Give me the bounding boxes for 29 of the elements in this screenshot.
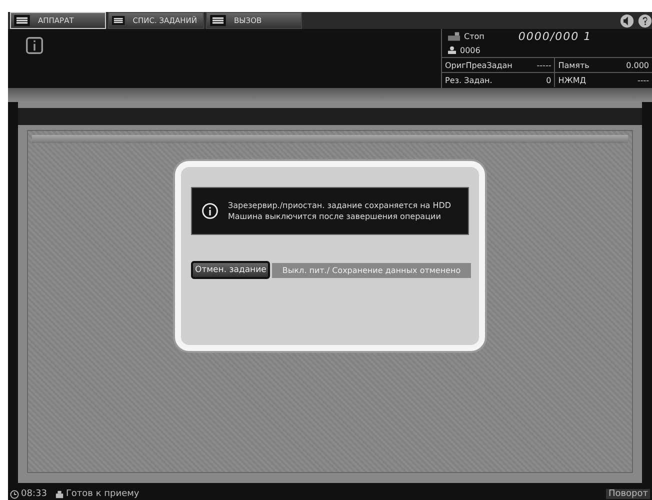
info-icon (202, 203, 218, 219)
clock: 08:33 (10, 489, 47, 499)
speaker-icon[interactable] (620, 14, 634, 28)
info-label: Рез. Задан. (445, 76, 492, 84)
info-label: НЖМД (558, 76, 586, 84)
clock-icon (10, 490, 19, 498)
info-label: ОригПреаЗадан (445, 60, 512, 70)
tab-icon (14, 15, 30, 26)
cancel-job-button[interactable]: Отмен. задание (191, 261, 270, 279)
message-text: Зарезервир./приостан. задание сохраняется на HDD (228, 201, 452, 210)
info-value: 0 (546, 76, 552, 84)
info-value: ---- (637, 76, 649, 84)
info-icon[interactable] (26, 37, 43, 54)
info-value: 0.000 (626, 60, 649, 70)
info-value: ----- (536, 60, 552, 70)
machine-icon (448, 32, 460, 40)
user-number: 0006 (460, 46, 480, 54)
counter: 0000/000 1 (518, 30, 592, 42)
printer-icon (54, 490, 64, 498)
rotate-label[interactable]: Поворот (606, 489, 650, 499)
message-text: Машина выключится после завершения операции (228, 212, 442, 221)
tab-icon (112, 15, 125, 26)
machine-status: Стоп (464, 32, 484, 40)
status-note: Выкл. пит./ Сохранение данных отменено (272, 262, 471, 278)
user-icon (448, 46, 456, 54)
help-icon[interactable] (638, 14, 652, 28)
status-message: Готов к приему (54, 489, 140, 499)
tab-icon (210, 15, 226, 26)
info-label: Память (558, 60, 590, 70)
